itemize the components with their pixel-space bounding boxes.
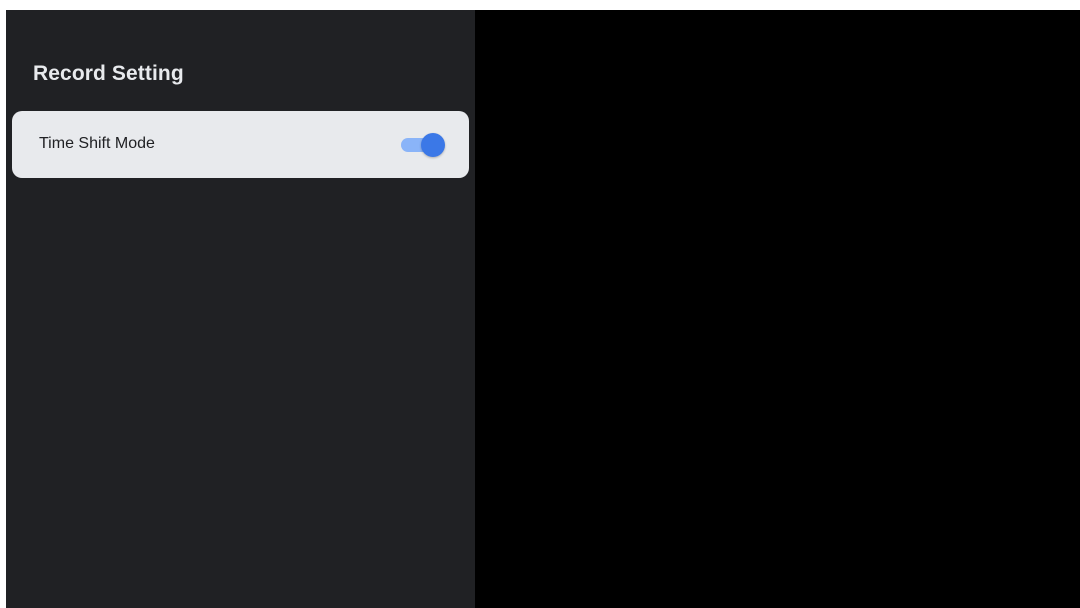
- setting-row-time-shift-mode[interactable]: Time Shift Mode: [12, 111, 469, 178]
- tv-screen: Record Setting Time Shift Mode: [6, 10, 1080, 608]
- settings-panel: Record Setting Time Shift Mode: [6, 10, 475, 608]
- panel-title: Record Setting: [33, 62, 184, 85]
- toggle-knob: [421, 133, 445, 157]
- tv-preview-area: [475, 10, 1080, 608]
- setting-label: Time Shift Mode: [39, 135, 155, 152]
- toggle-switch-icon[interactable]: [401, 133, 445, 157]
